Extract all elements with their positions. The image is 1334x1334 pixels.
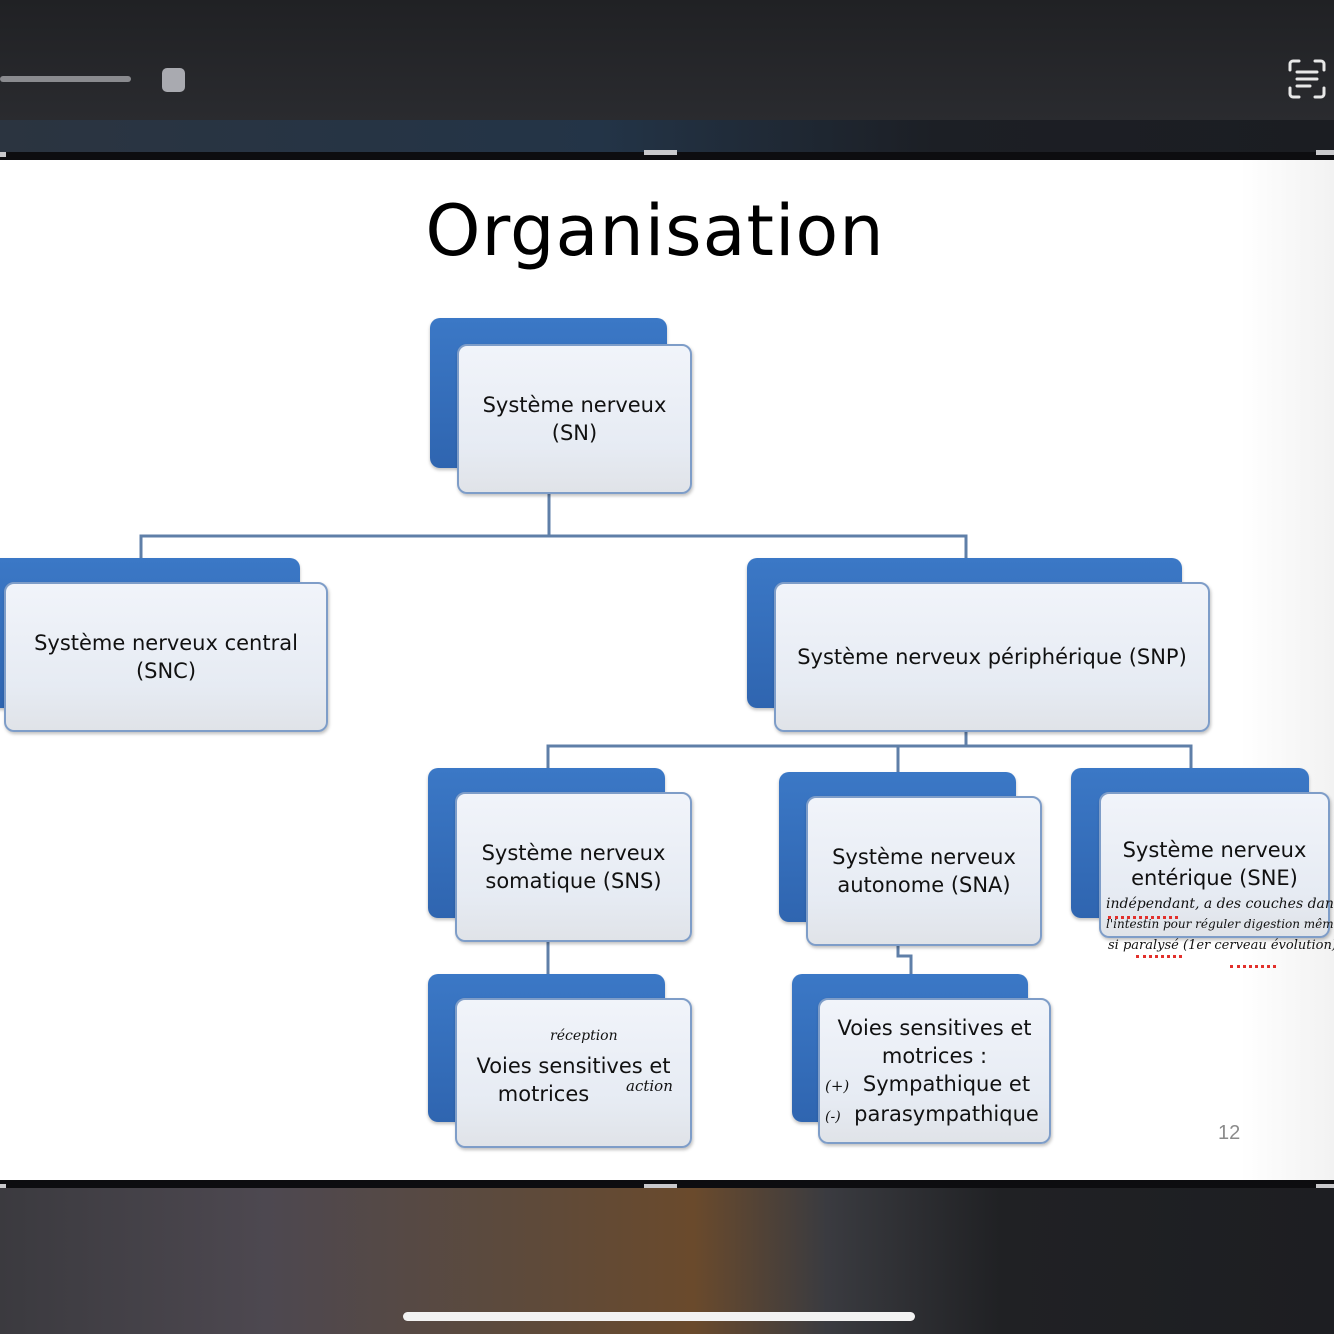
slide-number: 12 [1218, 1122, 1241, 1144]
node-sne-label: Système nerveux entérique (SNE) [1122, 838, 1307, 890]
handwriting-sne-line1: indépendant, a des couches dans [1106, 896, 1334, 912]
spellcheck-underline [1108, 916, 1178, 919]
node-sns: Système nerveux somatique (SNS) [428, 768, 692, 944]
border-mark [0, 152, 6, 157]
node-snc: Système nerveux central (SNC) [0, 558, 328, 734]
node-snp: Système nerveux périphérique (SNP) [747, 558, 1210, 734]
node-sns-voies-line2: motrices [497, 1082, 590, 1106]
scrubber-track[interactable] [0, 76, 131, 82]
node-sna-voies-line4: parasympathique [854, 1102, 1039, 1126]
home-indicator[interactable] [403, 1312, 915, 1321]
node-snp-label: Système nerveux périphérique (SNP) [797, 645, 1187, 669]
slide: Organisation Système nerveux (SN) Systèm… [0, 160, 1334, 1180]
node-sna-voies-line3: Sympathique et [862, 1072, 1031, 1096]
node-sna-voies-line1: Voies sensitives et [837, 1016, 1032, 1040]
handwriting-minus: (-) [825, 1109, 841, 1125]
node-sna-label: Système nerveux autonome (SNA) [832, 845, 1016, 897]
text-scan-icon[interactable] [1284, 56, 1330, 102]
node-sna: Système nerveux autonome (SNA) [779, 772, 1042, 948]
spellcheck-underline [1230, 965, 1276, 968]
node-snc-label: Système nerveux central (SNC) [34, 631, 298, 683]
node-sns-voies: Voies sensitives et motrices [428, 974, 692, 1148]
node-sns-label: Système nerveux somatique (SNS) [481, 841, 666, 893]
node-sn: Système nerveux (SN) [430, 318, 692, 494]
border-mark [644, 150, 677, 155]
handwriting-plus: (+) [825, 1077, 850, 1095]
border-mark [1316, 150, 1334, 155]
node-sna-voies-line2: motrices : [881, 1044, 988, 1068]
spellcheck-underline [1136, 955, 1182, 958]
handwriting-action: action [626, 1077, 673, 1095]
handwriting-sne-line3: si paralysé (1er cerveau évolution) [1108, 938, 1334, 953]
node-sns-voies-line1: Voies sensitives et [476, 1054, 671, 1078]
handwriting-reception: réception [550, 1028, 618, 1044]
handwriting-sne-line2: l'intestin pour réguler digestion même [1106, 917, 1334, 931]
scrubber-handle[interactable] [162, 68, 185, 92]
node-sn-label: Système nerveux (SN) [482, 393, 667, 445]
viewer-toolbar [0, 0, 1334, 120]
